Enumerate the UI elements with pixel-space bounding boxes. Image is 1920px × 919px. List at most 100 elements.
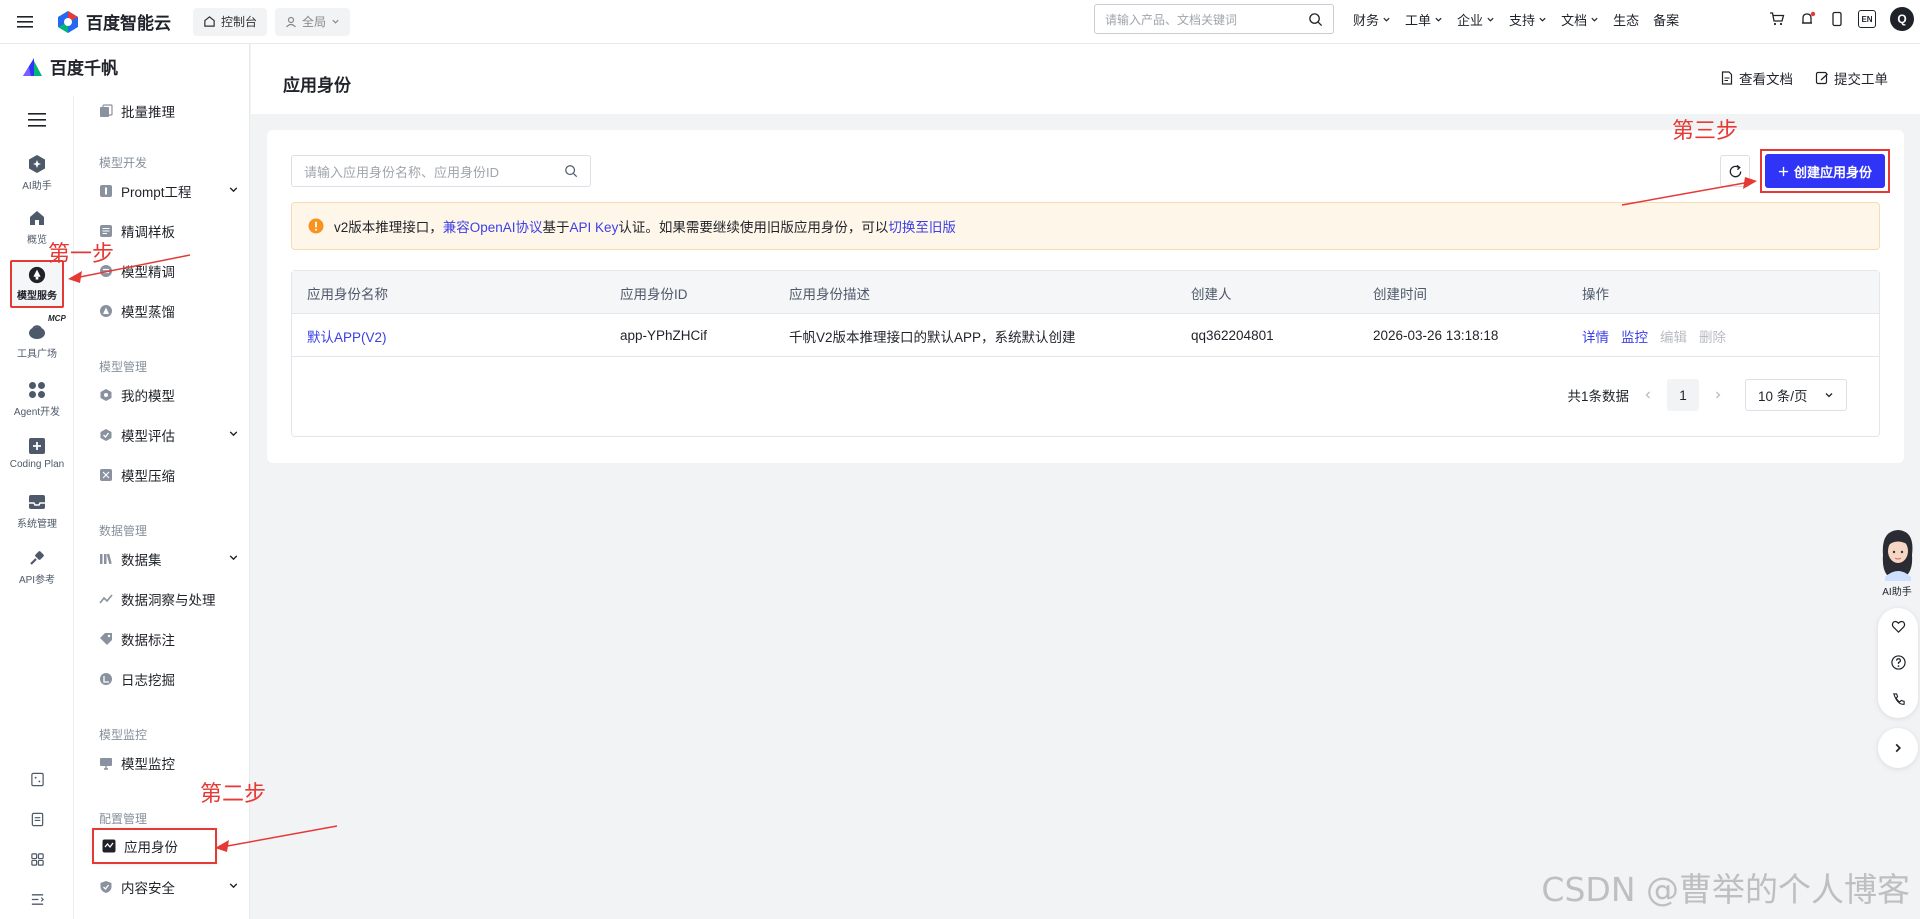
menu-item-model-distill[interactable]: 模型蒸馏 bbox=[99, 296, 239, 326]
rail-apps-button[interactable] bbox=[0, 852, 74, 867]
menu-group-config-manage: 配置管理 bbox=[99, 812, 148, 826]
chevron-down-icon bbox=[229, 187, 238, 193]
nav-finance[interactable]: 财务 bbox=[1353, 10, 1391, 29]
refresh-button[interactable] bbox=[1720, 155, 1750, 187]
nav-docs[interactable]: 文档 bbox=[1561, 10, 1599, 29]
menu-item-log-mining[interactable]: 日志挖掘 bbox=[99, 664, 239, 694]
menu-item-my-models[interactable]: 我的模型 bbox=[99, 380, 239, 410]
chevron-down-icon bbox=[1383, 17, 1390, 22]
page-number-current[interactable]: 1 bbox=[1667, 379, 1699, 411]
menu-item-model-monitor[interactable]: 模型监控 bbox=[99, 748, 239, 778]
menu-item-label: 模型监控 bbox=[121, 757, 175, 772]
version-alert-banner: v2版本推理接口，兼容OpenAI协议基于API Key认证。如果需要继续使用旧… bbox=[291, 202, 1880, 250]
chevron-down-icon bbox=[332, 19, 339, 24]
rail-label: 概览 bbox=[27, 235, 47, 246]
menu-item-prompt[interactable]: Prompt工程 bbox=[99, 176, 239, 206]
user-avatar[interactable]: Q bbox=[1890, 7, 1914, 31]
menu-item-model-finetune[interactable]: 模型精调 bbox=[99, 256, 239, 286]
page-title: 应用身份 bbox=[283, 76, 351, 95]
menu-group-model-manage: 模型管理 bbox=[99, 360, 148, 374]
top-right-icons: EN Q bbox=[1769, 0, 1914, 38]
search-icon[interactable] bbox=[564, 164, 578, 178]
nav-ecosystem[interactable]: 生态 bbox=[1613, 10, 1639, 29]
menu-item-label: 精调样板 bbox=[121, 225, 175, 240]
table-header: 应用身份名称 应用身份ID 应用身份描述 创建人 创建时间 操作 bbox=[292, 271, 1879, 314]
menu-item-app-identity[interactable]: 应用身份 bbox=[92, 828, 217, 864]
app-name-link[interactable]: 默认APP(V2) bbox=[307, 314, 387, 357]
floating-ai-assistant[interactable]: AI助手 bbox=[1874, 525, 1920, 598]
rail-item-system-manage[interactable]: 系统管理 bbox=[0, 492, 74, 530]
rail-collapse-menu[interactable] bbox=[0, 112, 74, 128]
nav-enterprise[interactable]: 企业 bbox=[1457, 10, 1495, 29]
rail-item-ai-assistant[interactable]: AI助手 bbox=[0, 154, 74, 192]
menu-item-finetune-template[interactable]: 精调样板 bbox=[99, 216, 239, 246]
rail-item-tool-square[interactable]: MCP 工具广场 bbox=[0, 314, 74, 360]
search-icon[interactable] bbox=[1308, 12, 1323, 27]
hamburger-menu-icon[interactable] bbox=[0, 0, 50, 44]
console-button[interactable]: 控制台 bbox=[193, 7, 268, 36]
rail-item-agent-dev[interactable]: Agent开发 bbox=[0, 380, 74, 418]
tool-square-icon bbox=[29, 325, 45, 339]
heart-icon[interactable] bbox=[1891, 619, 1906, 634]
top-nav-links: 财务 工单 企业 支持 文档 生态 备案 bbox=[1353, 0, 1679, 38]
region-selector[interactable]: 全局 bbox=[275, 7, 351, 36]
menu-item-content-security[interactable]: 内容安全 bbox=[99, 872, 239, 902]
page-number-label: 1 bbox=[1679, 387, 1687, 403]
menu-item-data-insight[interactable]: 数据洞察与处理 bbox=[99, 584, 239, 614]
submit-ticket-link[interactable]: 提交工单 bbox=[1815, 68, 1888, 88]
rail-item-coding-plan[interactable]: Coding Plan bbox=[0, 436, 74, 470]
menu-item-label: Prompt工程 bbox=[121, 185, 192, 200]
nav-docs-label: 文档 bbox=[1561, 12, 1588, 28]
phone-device-icon[interactable] bbox=[1830, 11, 1844, 27]
floating-expand-button[interactable] bbox=[1878, 728, 1918, 768]
column-header-name: 应用身份名称 bbox=[307, 286, 388, 302]
page-size-select[interactable]: 10 条/页 bbox=[1745, 379, 1847, 411]
help-icon[interactable] bbox=[1890, 655, 1906, 671]
global-search-input[interactable]: 请输入产品、文档关键词 bbox=[1094, 4, 1334, 34]
rail-collapse-button[interactable] bbox=[0, 892, 74, 907]
nav-ecosystem-label: 生态 bbox=[1613, 12, 1640, 28]
rail-label: 模型服务 bbox=[17, 291, 57, 302]
view-docs-link[interactable]: 查看文档 bbox=[1720, 68, 1793, 88]
nav-finance-label: 财务 bbox=[1353, 12, 1380, 28]
chevron-down-icon bbox=[1539, 17, 1546, 22]
qianfan-brand[interactable]: 百度千帆 bbox=[20, 54, 118, 79]
rail-item-api-reference[interactable]: API参考 bbox=[0, 548, 74, 586]
chevron-left-icon[interactable] bbox=[1643, 390, 1653, 400]
app-desc-cell: 千帆V2版本推理接口的默认APP，系统默认创建 bbox=[789, 329, 1076, 345]
csdn-watermark: CSDN @曹举的个人博客 bbox=[1541, 870, 1910, 909]
menu-item-model-eval[interactable]: 模型评估 bbox=[99, 420, 239, 450]
detail-action[interactable]: 详情 bbox=[1582, 326, 1609, 346]
rail-document-button[interactable] bbox=[0, 812, 74, 827]
chevron-right-icon[interactable] bbox=[1713, 390, 1723, 400]
menu-item-datasets[interactable]: 数据集 bbox=[99, 544, 239, 574]
plus-icon bbox=[1778, 166, 1789, 176]
nav-filing-label: 备案 bbox=[1653, 12, 1680, 28]
app-created-cell: 2026-03-26 13:18:18 bbox=[1373, 328, 1499, 343]
identity-search-input[interactable]: 请输入应用身份名称、应用身份ID bbox=[291, 155, 591, 187]
baidu-cloud-logo[interactable]: 百度智能云 bbox=[56, 9, 171, 34]
evaluate-icon bbox=[100, 429, 112, 441]
chevron-right-icon bbox=[1895, 743, 1901, 753]
menu-group-model-monitor: 模型监控 bbox=[99, 728, 148, 742]
collapse-menu-icon bbox=[31, 894, 44, 905]
openai-compatible-link[interactable]: 兼容OpenAI协议 bbox=[443, 220, 543, 235]
bell-icon[interactable] bbox=[1799, 11, 1816, 28]
phone-icon[interactable] bbox=[1891, 692, 1906, 707]
monitor-action[interactable]: 监控 bbox=[1621, 326, 1648, 346]
nav-ticket[interactable]: 工单 bbox=[1405, 10, 1443, 29]
menu-item-model-compress[interactable]: 模型压缩 bbox=[99, 460, 239, 490]
create-app-identity-button[interactable]: 创建应用身份 bbox=[1765, 154, 1885, 188]
cart-icon[interactable] bbox=[1769, 11, 1785, 27]
nav-filing[interactable]: 备案 bbox=[1653, 10, 1679, 29]
model-service-icon bbox=[28, 266, 46, 284]
nav-support[interactable]: 支持 bbox=[1509, 10, 1547, 29]
menu-item-label: 模型压缩 bbox=[121, 469, 175, 484]
inbox-icon bbox=[29, 495, 45, 509]
rail-calculator-button[interactable] bbox=[0, 772, 74, 787]
switch-legacy-link[interactable]: 切换至旧版 bbox=[888, 220, 956, 235]
menu-item-data-labeling[interactable]: 数据标注 bbox=[99, 624, 239, 654]
menu-item-batch-inference[interactable]: 批量推理 bbox=[99, 96, 239, 126]
language-switch[interactable]: EN bbox=[1858, 10, 1876, 28]
api-key-link[interactable]: API Key bbox=[570, 220, 619, 235]
